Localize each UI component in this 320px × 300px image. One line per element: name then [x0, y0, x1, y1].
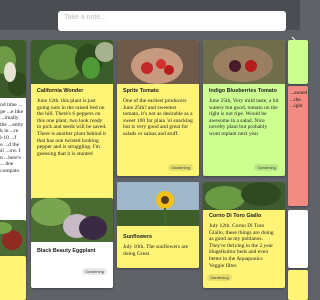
note-title: Corno Di Toro Giallo	[209, 213, 262, 219]
note-body: July 10th. The sunflowers are doing Grea…	[123, 244, 189, 257]
note-photo	[31, 40, 113, 84]
note-body: June 12th. this plant is just going nuts…	[37, 98, 107, 157]
note-card-sunflowers[interactable]: Sunflowers July 10th. The sunflowers are…	[117, 182, 199, 268]
note-body: ...anned ...the ...ight	[290, 90, 308, 110]
take-note-input[interactable]: Take a note...	[58, 11, 286, 31]
label-chip[interactable]: Gardening	[207, 274, 232, 281]
note-photo	[31, 198, 113, 242]
note-title: California Wonder	[37, 88, 84, 94]
note-card[interactable]	[288, 270, 308, 300]
note-photo	[203, 40, 285, 84]
note-title: Sunflowers	[123, 234, 153, 240]
note-card-corno-di-toro-giallo[interactable]: Corno Di Toro Giallo July 12th. Corno Di…	[203, 182, 285, 288]
note-card-indigo-blueberries-tomato[interactable]: Indigo Blueberries Tomato June 25th, Ver…	[203, 40, 285, 176]
note-body: July 12th. Corno Di Toro Giallo, these t…	[209, 223, 274, 269]
label-chip[interactable]: Gardening	[82, 268, 107, 275]
note-card-sprite-tomato[interactable]: Sprite Tomato One of the earliest produc…	[117, 40, 199, 176]
note-card[interactable]	[0, 220, 26, 260]
note-photo	[0, 220, 26, 260]
note-title: Black Beauty Eggplant	[37, 248, 96, 254]
note-card[interactable]: ...anned ...the ...ight	[288, 86, 308, 206]
note-photo	[203, 182, 285, 210]
note-card-black-beauty-eggplant[interactable]: Black Beauty Eggplant Gardening	[31, 198, 113, 288]
note-title: Sprite Tomato	[123, 88, 159, 94]
note-photo	[0, 40, 26, 98]
note-photo	[117, 182, 199, 226]
note-card[interactable]	[288, 210, 308, 268]
note-photo	[117, 40, 199, 84]
note-body: June 25th, Very mild taste, a bit watery…	[209, 98, 279, 137]
take-note-placeholder: Take a note...	[64, 14, 107, 21]
note-body: One of the earliest producers June 25th?…	[123, 98, 193, 137]
note-title: Indigo Blueberries Tomato	[209, 88, 277, 94]
label-chip[interactable]: Gardening	[254, 164, 279, 171]
note-card[interactable]	[288, 40, 308, 84]
note-card[interactable]	[0, 256, 26, 300]
label-chip[interactable]: Gardening	[168, 164, 193, 171]
